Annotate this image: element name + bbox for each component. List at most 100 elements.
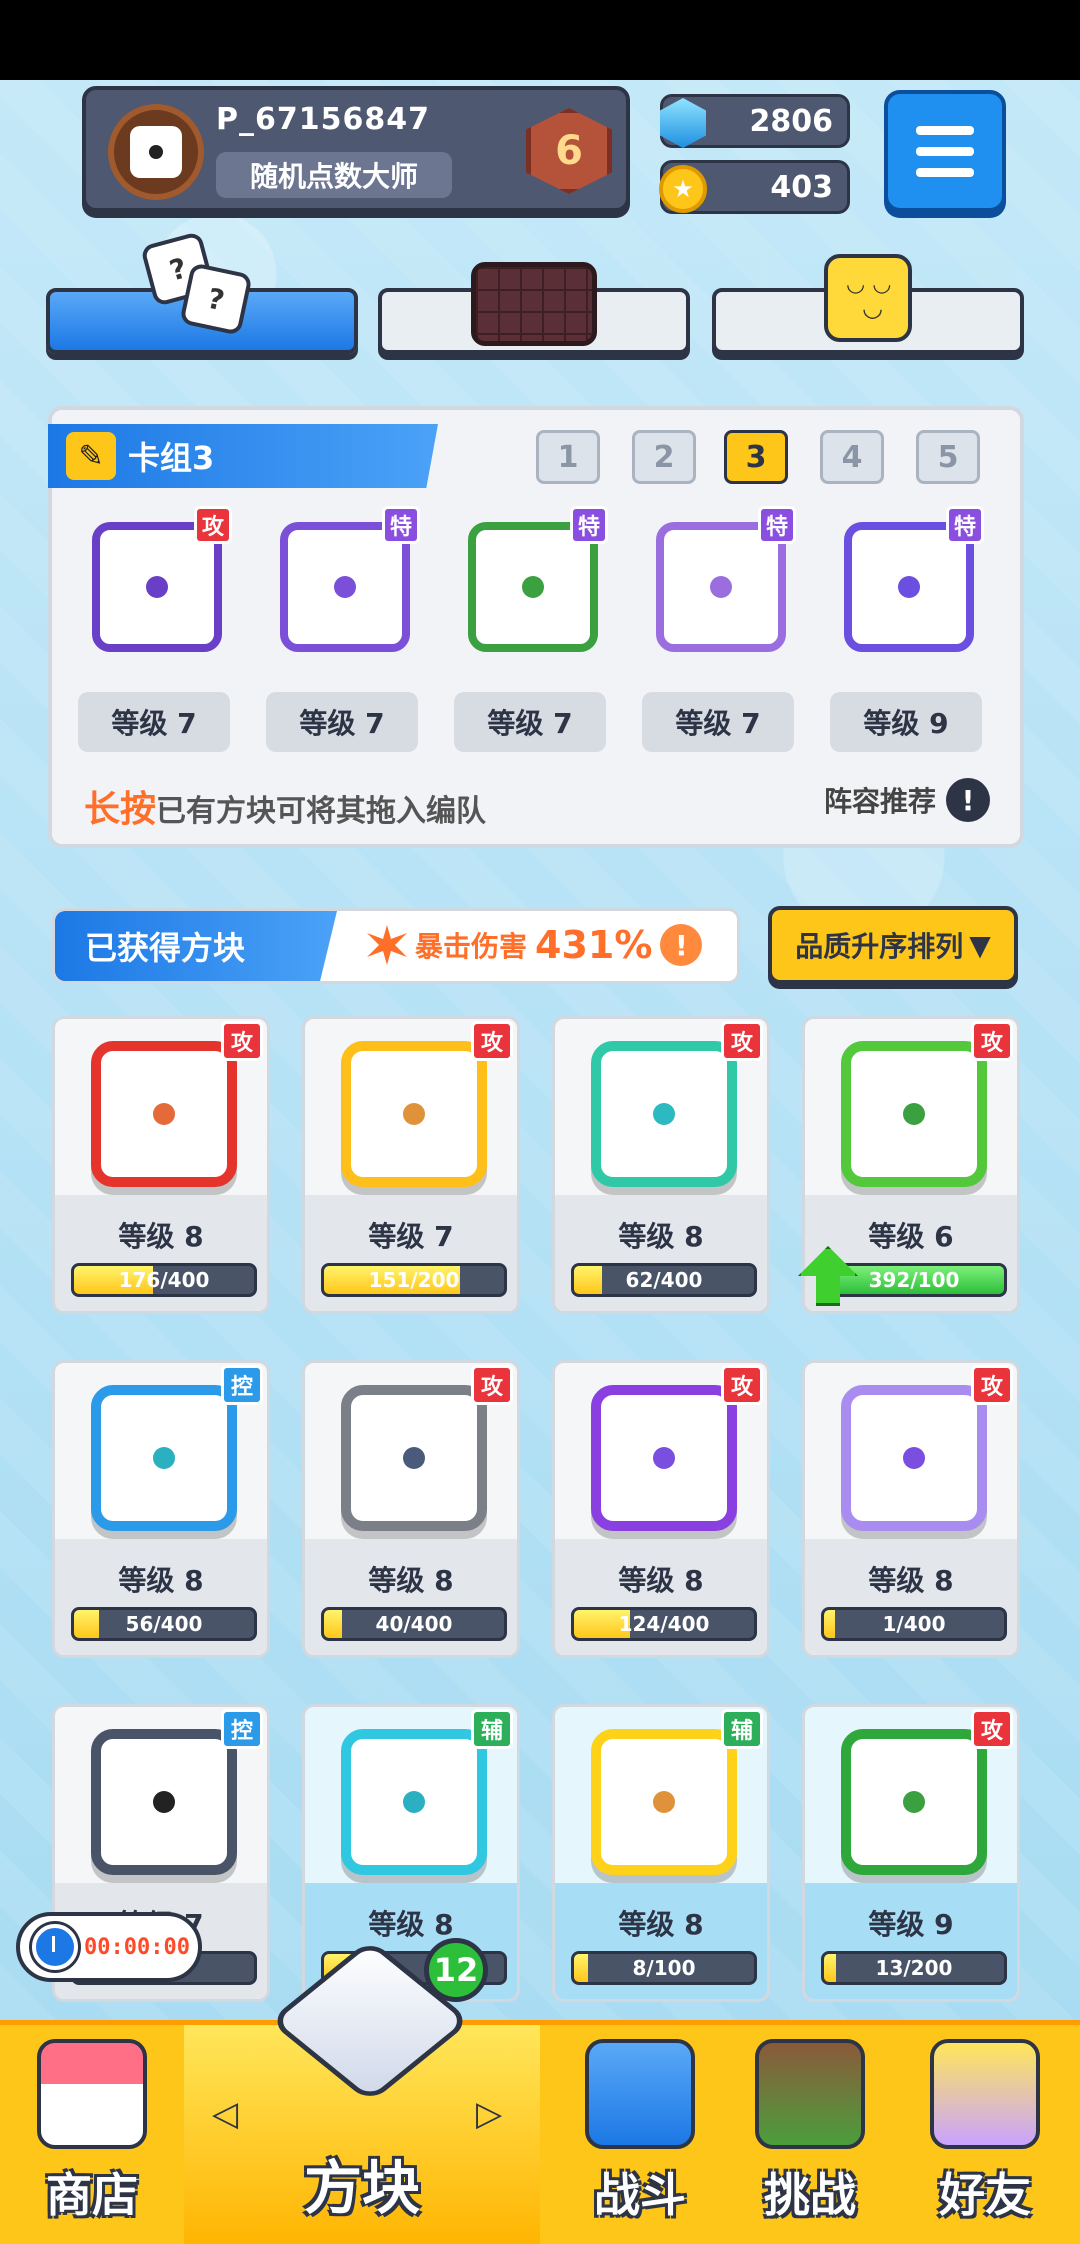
cube-card[interactable]: 攻 等级 8 176/400: [52, 1016, 270, 1314]
player-name: P_67156847: [216, 102, 430, 137]
cube-card[interactable]: 攻 等级 8 62/400: [552, 1016, 770, 1314]
cube-frame: [591, 1041, 737, 1187]
progress-text: 1/400: [882, 1612, 946, 1636]
cube-dot: [653, 1103, 675, 1125]
cube-type-tag: 攻: [471, 1021, 513, 1061]
deck-hint: 长按已有方块可将其拖入编队: [84, 780, 486, 832]
deck-card[interactable]: 特 等级 9: [826, 502, 984, 752]
deck-card[interactable]: 特 等级 7: [638, 502, 796, 752]
recommend-label: 阵容推荐: [823, 785, 936, 818]
cube-dot: [403, 1103, 425, 1125]
cube-level: 等级 7: [454, 692, 606, 752]
cube-frame: [91, 1041, 237, 1187]
cube-dot: [153, 1447, 175, 1469]
cube-progress-bar: 124/400: [571, 1607, 757, 1641]
progress-text: 56/400: [125, 1612, 203, 1636]
deck-tab-1[interactable]: 1: [536, 430, 600, 484]
cube-progress-bar: 8/100: [571, 1951, 757, 1985]
gem-counter[interactable]: 2806: [660, 94, 850, 148]
cube-type-tag: 攻: [221, 1021, 263, 1061]
cube-card[interactable]: 攻 等级 9 13/200: [802, 1704, 1020, 2002]
deck-tab-5[interactable]: 5: [916, 430, 980, 484]
deck-tab-2[interactable]: 2: [632, 430, 696, 484]
crit-value: 431%: [535, 923, 653, 967]
deck-tab-4[interactable]: 4: [820, 430, 884, 484]
cube-level: 等级 7: [78, 692, 230, 752]
profile-card[interactable]: P_67156847 随机点数大师 6: [82, 86, 630, 212]
shop-icon: [37, 2039, 147, 2149]
progress-text: 151/200: [368, 1268, 460, 1292]
obtained-bar: 已获得方块 暴击伤害 431% !: [52, 908, 740, 984]
cube-frame: [91, 1729, 237, 1875]
menu-button[interactable]: [884, 90, 1006, 212]
cube-card[interactable]: 控 等级 8 56/400: [52, 1360, 270, 1658]
dice-tab-icon: ??: [140, 231, 253, 336]
coin-icon: ★: [655, 161, 711, 217]
nav-cubes-label: 方块: [303, 2154, 420, 2222]
cube-level: 等级 8: [118, 1220, 204, 1253]
cube-level: 等级 6: [868, 1220, 954, 1253]
cube-type-tag: 攻: [971, 1709, 1013, 1749]
deck-header[interactable]: ✎ 卡组3: [48, 424, 438, 488]
cube-dot: [653, 1791, 675, 1813]
cube-dot: [898, 576, 920, 598]
cube-card[interactable]: 辅 等级 8 8/100: [552, 1704, 770, 2002]
cube-progress-bar: 151/200: [321, 1263, 507, 1297]
tab-board[interactable]: [378, 262, 690, 354]
cube-dot: [710, 576, 732, 598]
lineup-recommend-button[interactable]: 阵容推荐 !: [824, 778, 990, 822]
deck-tab-3[interactable]: 3: [724, 430, 788, 484]
crit-damage[interactable]: 暴击伤害 431% !: [367, 923, 703, 967]
cube-frame: [91, 1385, 237, 1531]
cube-frame: [841, 1729, 987, 1875]
pencil-icon[interactable]: ✎: [66, 432, 116, 480]
deck-card[interactable]: 特 等级 7: [450, 502, 608, 752]
tab-emote[interactable]: [712, 254, 1024, 354]
cube-card[interactable]: 攻 等级 7 151/200: [302, 1016, 520, 1314]
next-arrow-icon[interactable]: ▷: [476, 2094, 502, 2134]
cube-dot: [146, 576, 168, 598]
cube-dot: [153, 1103, 175, 1125]
cube-card[interactable]: 攻 等级 8 124/400: [552, 1360, 770, 1658]
cube-card[interactable]: 攻 等级 8 1/400: [802, 1360, 1020, 1658]
sort-button[interactable]: 品质升序排列 ▼: [768, 906, 1018, 984]
cube-type-tag: 控: [221, 1365, 263, 1405]
cube-nav-icon: [268, 1938, 472, 2116]
tab-dice[interactable]: ??: [46, 231, 358, 354]
info-icon: !: [946, 778, 990, 822]
obtained-label: 已获得方块: [55, 911, 337, 981]
nav-shop[interactable]: 商店: [0, 2025, 184, 2244]
nav-battle[interactable]: 战斗: [560, 2025, 720, 2244]
cube-level: 等级 9: [868, 1908, 954, 1941]
hamburger-line: [916, 167, 974, 177]
deck-card[interactable]: 特 等级 7: [262, 502, 420, 752]
progress-text: 40/400: [375, 1612, 453, 1636]
rank-badge: 6: [526, 108, 612, 194]
crit-info-icon[interactable]: !: [660, 924, 703, 966]
cube-card[interactable]: 攻 等级 8 40/400: [302, 1360, 520, 1658]
avatar[interactable]: [108, 104, 204, 200]
coin-count: 403: [770, 169, 833, 205]
cube-dot: [903, 1103, 925, 1125]
coin-counter[interactable]: ★ 403: [659, 160, 850, 214]
cube-type-tag: 攻: [721, 1365, 763, 1405]
cube-type-tag: 辅: [721, 1709, 763, 1749]
timer-bubble[interactable]: 00:00:00: [16, 1912, 202, 1982]
cube-level: 等级 8: [118, 1564, 204, 1597]
nav-challenge[interactable]: 挑战: [730, 2025, 890, 2244]
cube-dot: [903, 1791, 925, 1813]
cube-frame: [591, 1729, 737, 1875]
battle-icon: [585, 2039, 695, 2149]
deck-card[interactable]: 攻 等级 7: [74, 502, 232, 752]
cube-level: 等级 8: [618, 1220, 704, 1253]
deck-panel: ✎ 卡组3 1 2 3 4 5 攻 等级 7 特 等级 7 特 等级 7 特 等…: [48, 406, 1024, 848]
friends-icon: [930, 2039, 1040, 2149]
nav-friends[interactable]: 好友: [900, 2025, 1070, 2244]
cube-progress-bar: 13/200: [821, 1951, 1007, 1985]
dice-avatar-icon: [130, 126, 182, 178]
prev-arrow-icon[interactable]: ◁: [212, 2094, 238, 2134]
player-title: 随机点数大师: [216, 152, 452, 198]
gem-count: 2806: [749, 103, 834, 139]
timer-text: 00:00:00: [84, 1934, 190, 1960]
dropdown-arrow-icon: ▼: [969, 928, 991, 962]
